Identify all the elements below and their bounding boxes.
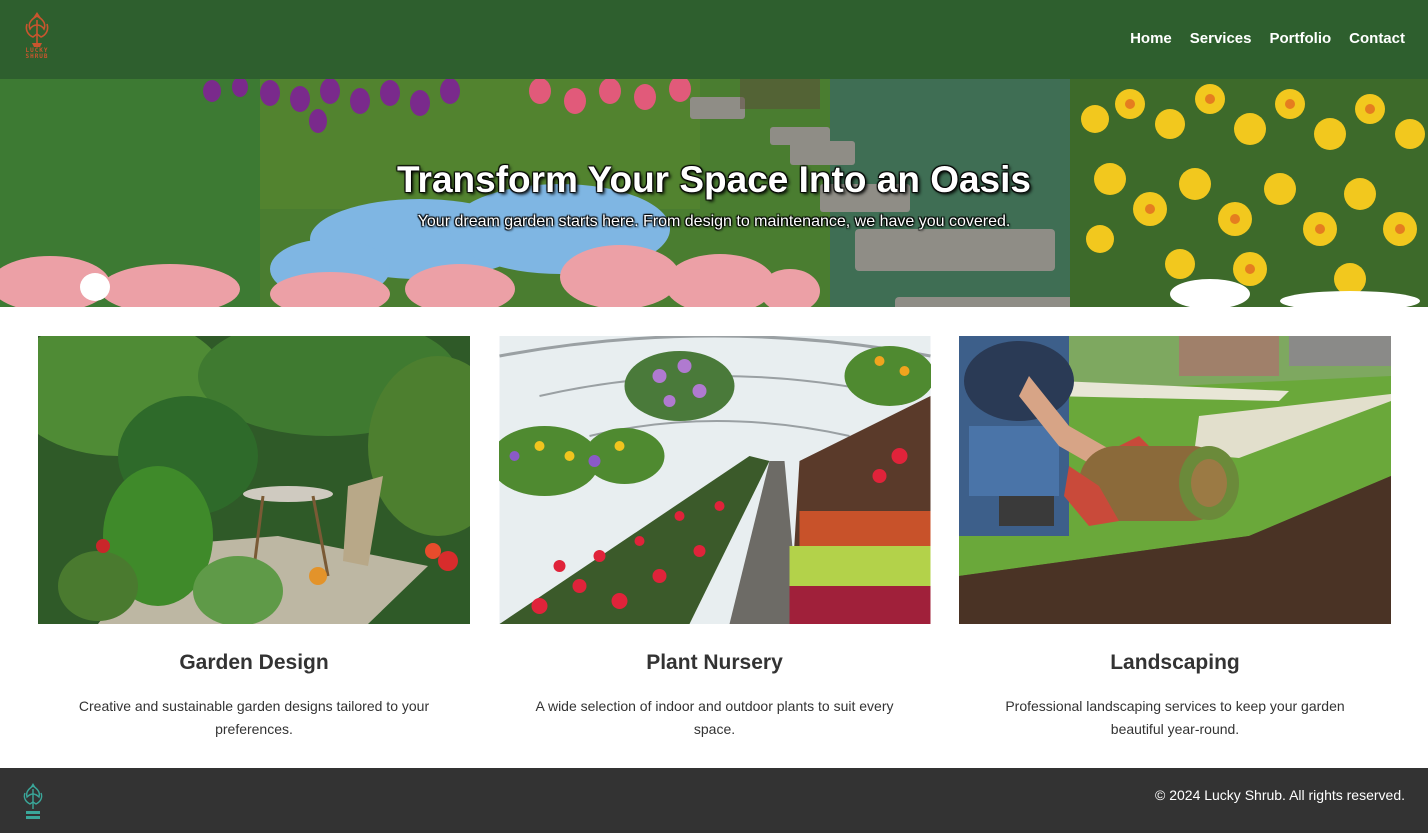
service-card-garden-design: Garden Design Creative and sustainable g…: [38, 336, 470, 741]
plant-nursery-image: [499, 336, 931, 624]
main-nav: Home Services Portfolio Contact: [1130, 30, 1405, 48]
footer-logo-icon[interactable]: [22, 781, 44, 821]
nav-home[interactable]: Home: [1130, 30, 1172, 48]
service-description: A wide selection of indoor and outdoor p…: [535, 698, 894, 737]
lucky-shrub-logo[interactable]: LUCKY SHRUB: [22, 10, 52, 66]
service-description: Creative and sustainable garden designs …: [78, 698, 430, 737]
garden-design-image: [38, 336, 470, 624]
service-title: Garden Design: [179, 651, 329, 674]
hero-subtitle: Your dream garden starts here. From desi…: [417, 213, 1011, 230]
service-description: Professional landscaping services to kee…: [1005, 698, 1345, 737]
site-header: LUCKY SHRUB Home Services Portfolio Cont…: [0, 0, 1428, 79]
footer-copyright: © 2024 Lucky Shrub. All rights reserved.: [1155, 787, 1405, 803]
site-footer: © 2024 Lucky Shrub. All rights reserved.: [0, 768, 1428, 833]
landscaping-image: [959, 336, 1391, 624]
hero-banner: Transform Your Space Into an Oasis Your …: [0, 79, 1428, 307]
nav-portfolio[interactable]: Portfolio: [1270, 30, 1332, 48]
nav-services[interactable]: Services: [1190, 30, 1252, 48]
service-card-landscaping: Landscaping Professional landscaping ser…: [959, 336, 1391, 741]
service-card-plant-nursery: Plant Nursery A wide selection of indoor…: [499, 336, 931, 741]
service-title: Landscaping: [1110, 651, 1240, 674]
nav-contact[interactable]: Contact: [1349, 30, 1405, 48]
logo-text-bottom: SHRUB: [25, 53, 49, 60]
service-title: Plant Nursery: [646, 651, 783, 674]
hero-title: Transform Your Space Into an Oasis: [397, 159, 1031, 200]
shrub-icon: [25, 12, 49, 47]
